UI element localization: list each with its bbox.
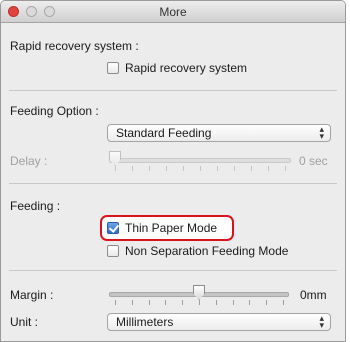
window-title: More: [159, 5, 187, 19]
slider-tick: [149, 300, 150, 305]
unit-selected: Millimeters: [116, 315, 174, 329]
margin-slider[interactable]: [109, 285, 289, 309]
slider-tick: [283, 300, 284, 305]
slider-tick: [165, 300, 166, 305]
non-separation-feeding-checkbox-box[interactable]: [107, 245, 119, 257]
rapid-recovery-checkbox[interactable]: Rapid recovery system: [107, 61, 247, 75]
slider-tick: [266, 300, 267, 305]
separator: [9, 270, 337, 271]
title-bar[interactable]: More: [1, 1, 345, 23]
non-separation-feeding-checkbox[interactable]: Non Separation Feeding Mode: [107, 244, 288, 258]
slider-tick: [183, 166, 184, 171]
feeding-option-selected: Standard Feeding: [116, 126, 212, 140]
unit-select[interactable]: Millimeters ▴ ▾: [107, 313, 331, 331]
delay-value: 0 sec: [299, 154, 328, 168]
slider-tick: [234, 166, 235, 171]
non-separation-feeding-label[interactable]: Non Separation Feeding Mode: [125, 244, 288, 258]
delay-label: Delay :: [10, 154, 48, 168]
feeding-option-label: Feeding Option :: [10, 104, 99, 118]
slider-tick: [199, 300, 200, 305]
thin-paper-mode-label[interactable]: Thin Paper Mode: [125, 221, 217, 235]
up-down-arrows-icon: ▴ ▾: [319, 124, 324, 141]
slider-tick: [115, 300, 116, 305]
margin-slider-thumb[interactable]: [193, 285, 205, 300]
slider-tick: [216, 300, 217, 305]
thin-paper-mode-checkbox[interactable]: Thin Paper Mode: [107, 221, 217, 235]
margin-value: 0mm: [300, 288, 327, 302]
more-dialog: More Rapid recovery system : Rapid recov…: [0, 0, 346, 342]
delay-slider[interactable]: [109, 151, 291, 175]
slider-tick: [132, 166, 133, 171]
unit-label: Unit :: [10, 315, 39, 329]
delay-slider-track: [109, 158, 291, 163]
checkmark-icon[interactable]: [107, 222, 119, 234]
delay-slider-ticks: [109, 166, 291, 171]
slider-tick: [200, 166, 201, 171]
dialog-content: Rapid recovery system : Rapid recovery s…: [1, 23, 345, 341]
feeding-label: Feeding :: [10, 199, 61, 213]
slider-tick: [249, 300, 250, 305]
separator: [9, 183, 337, 184]
slider-tick: [149, 166, 150, 171]
delay-slider-thumb[interactable]: [109, 151, 121, 166]
slider-tick: [132, 300, 133, 305]
rapid-recovery-checkbox-label[interactable]: Rapid recovery system: [125, 61, 247, 75]
separator: [9, 90, 337, 91]
slider-tick: [285, 166, 286, 171]
rapid-recovery-label: Rapid recovery system :: [10, 39, 139, 53]
rapid-recovery-checkbox-box[interactable]: [107, 62, 119, 74]
margin-slider-ticks: [109, 300, 289, 305]
slider-tick: [115, 166, 116, 171]
slider-tick: [268, 166, 269, 171]
slider-tick: [166, 166, 167, 171]
slider-tick: [217, 166, 218, 171]
feeding-option-select[interactable]: Standard Feeding ▴ ▾: [107, 124, 331, 142]
margin-label: Margin :: [10, 288, 54, 302]
slider-tick: [182, 300, 183, 305]
up-down-arrows-icon: ▴ ▾: [319, 313, 324, 330]
slider-tick: [233, 300, 234, 305]
slider-tick: [251, 166, 252, 171]
